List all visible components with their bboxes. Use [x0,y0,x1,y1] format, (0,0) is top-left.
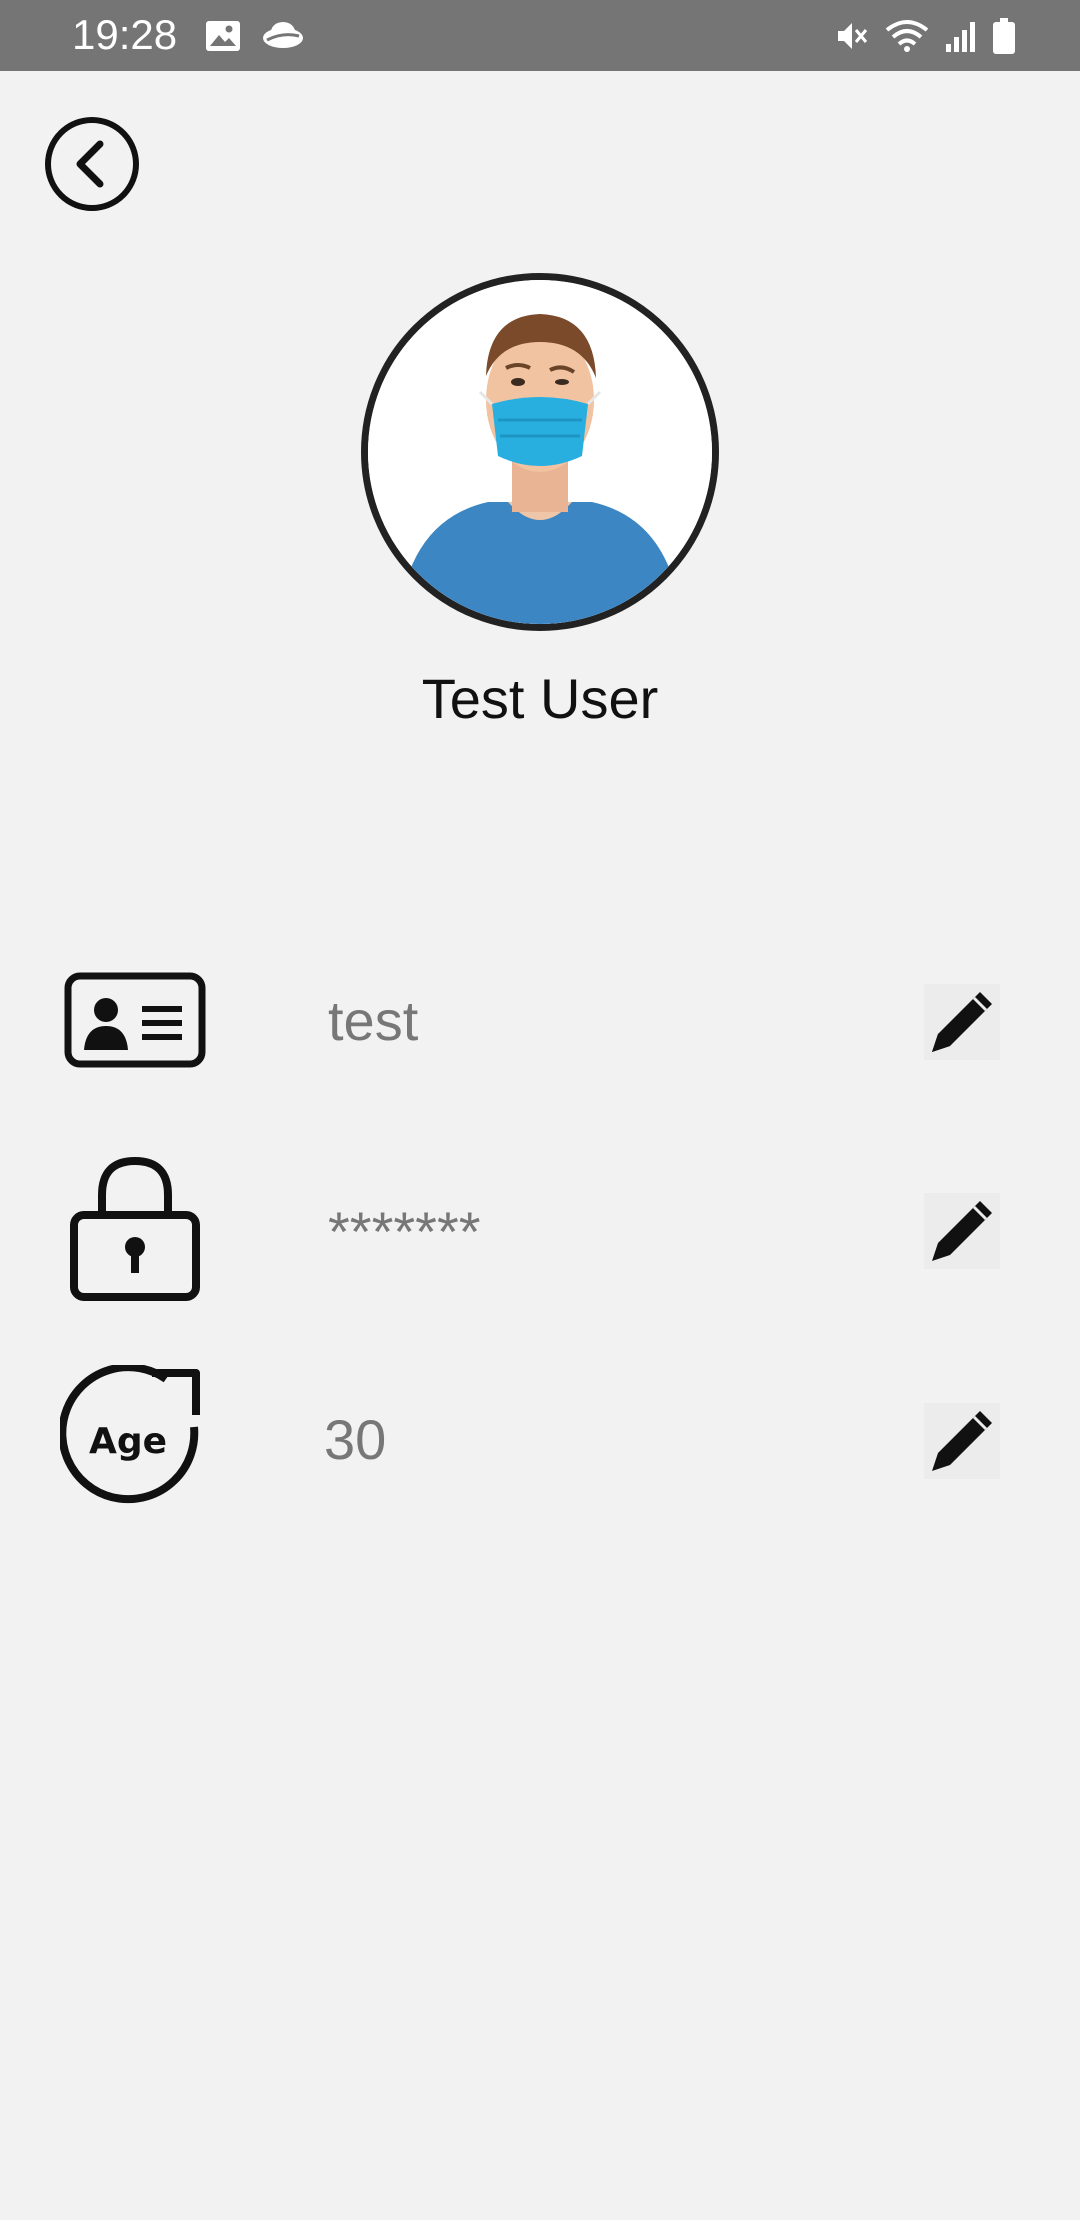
status-left-icons [205,18,305,54]
age-icon-label: Age [89,1421,167,1462]
username-value: test [328,989,419,1052]
lock-icon [60,1155,210,1305]
age-value: 30 [324,1408,387,1471]
password-value: ******* [328,1200,481,1263]
edit-age-button[interactable] [924,1403,1000,1479]
edit-username-button[interactable] [924,984,1000,1060]
pencil-icon [932,1411,992,1471]
user-name: Test User [421,667,659,730]
username-row: test [0,946,1080,1096]
pencil-icon [932,992,992,1052]
wifi-icon [885,20,929,52]
password-row: ******* [0,1155,1080,1305]
signal-icon [946,22,975,52]
id-card-icon [60,946,210,1096]
mute-icon [838,23,868,49]
age-row: Age 30 [0,1363,1080,1515]
status-bar: 19:28 [0,0,1080,71]
pencil-icon [932,1201,992,1261]
chevron-left-icon [45,117,139,211]
age-icon: Age [58,1363,210,1515]
edit-password-button[interactable] [924,1193,1000,1269]
user-photo [368,280,712,624]
avatar[interactable] [361,273,719,631]
status-time: 19:28 [72,11,178,58]
cloud-icon [263,22,303,48]
gallery-icon [206,21,240,51]
back-button[interactable] [44,116,140,212]
status-right-icons [834,16,1016,56]
battery-icon [993,18,1015,54]
